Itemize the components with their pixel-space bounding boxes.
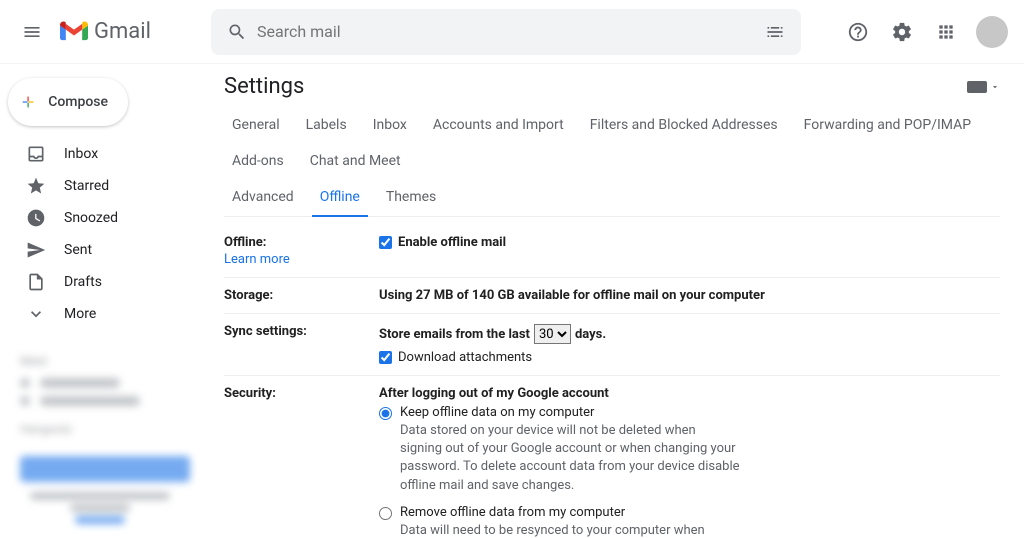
header: Gmail bbox=[0, 0, 1024, 64]
send-icon bbox=[26, 240, 46, 260]
setting-row-sync: Sync settings: Store emails from the las… bbox=[224, 314, 1000, 376]
remove-data-desc: Data will need to be resynced to your co… bbox=[400, 522, 740, 538]
sidebar-item-label: Sent bbox=[64, 242, 92, 258]
settings-icon[interactable] bbox=[882, 12, 922, 52]
account-avatar[interactable] bbox=[976, 16, 1008, 48]
remove-data-radio[interactable] bbox=[379, 507, 392, 520]
gmail-logo-text: Gmail bbox=[94, 19, 151, 44]
sync-days-select[interactable]: 30 bbox=[534, 324, 571, 344]
storage-text: Using 27 MB of 140 GB available for offl… bbox=[379, 288, 765, 303]
file-icon bbox=[26, 272, 46, 292]
gmail-logo[interactable]: Gmail bbox=[56, 19, 211, 44]
tab-inbox[interactable]: Inbox bbox=[365, 107, 415, 143]
keep-data-desc: Data stored on your device will not be d… bbox=[400, 422, 740, 495]
search-input[interactable] bbox=[257, 22, 755, 41]
sidebar-item-label: Snoozed bbox=[64, 210, 118, 226]
tab-offline[interactable]: Offline bbox=[312, 179, 368, 217]
tab-themes[interactable]: Themes bbox=[378, 179, 444, 216]
setting-row-storage: Storage: Using 27 MB of 140 GB available… bbox=[224, 278, 1000, 314]
search-icon[interactable] bbox=[217, 12, 257, 52]
remove-data-title: Remove offline data from my computer bbox=[400, 505, 625, 520]
search-bar bbox=[211, 9, 801, 55]
compose-button[interactable]: Compose bbox=[8, 78, 128, 126]
inbox-icon bbox=[26, 144, 46, 164]
tab-add-ons[interactable]: Add-ons bbox=[224, 143, 292, 179]
sidebar-item-sent[interactable]: Sent bbox=[0, 234, 208, 266]
plus-icon bbox=[20, 90, 36, 114]
input-tools-selector[interactable] bbox=[967, 81, 1000, 93]
support-icon[interactable] bbox=[838, 12, 878, 52]
download-attachments-label: Download attachments bbox=[398, 350, 532, 365]
page-title: Settings bbox=[224, 74, 304, 99]
sync-prefix: Store emails from the last bbox=[379, 327, 530, 342]
sidebar-item-label: Inbox bbox=[64, 146, 98, 162]
offline-label: Offline: bbox=[224, 235, 266, 250]
keep-data-title: Keep offline data on my computer bbox=[400, 405, 594, 420]
tab-labels[interactable]: Labels bbox=[298, 107, 355, 143]
setting-row-offline: Offline: Learn more Enable offline mail bbox=[224, 225, 1000, 278]
keep-data-radio[interactable] bbox=[379, 407, 392, 420]
security-heading: After logging out of my Google account bbox=[379, 386, 609, 401]
apps-icon[interactable] bbox=[926, 12, 966, 52]
star-icon bbox=[26, 176, 46, 196]
settings-tabs: General Labels Inbox Accounts and Import Fil… bbox=[224, 101, 1000, 217]
sidebar-hangouts-section: Meet Hangouts bbox=[0, 354, 208, 524]
tab-general[interactable]: General bbox=[224, 107, 288, 143]
sidebar-item-starred[interactable]: Starred bbox=[0, 170, 208, 202]
sidebar-item-label: More bbox=[64, 306, 96, 322]
main-menu-button[interactable] bbox=[8, 8, 56, 56]
learn-more-link[interactable]: Learn more bbox=[224, 252, 379, 267]
sidebar-item-label: Starred bbox=[64, 178, 109, 194]
download-attachments-checkbox[interactable] bbox=[379, 351, 392, 364]
sidebar-item-drafts[interactable]: Drafts bbox=[0, 266, 208, 298]
expand-icon bbox=[26, 304, 46, 324]
sync-label: Sync settings: bbox=[224, 324, 379, 365]
tab-accounts-and-import[interactable]: Accounts and Import bbox=[425, 107, 572, 143]
header-right bbox=[838, 12, 1016, 52]
enable-offline-checkbox[interactable] bbox=[379, 236, 392, 249]
compose-label: Compose bbox=[48, 94, 108, 110]
sidebar-item-more[interactable]: More bbox=[0, 298, 208, 330]
sync-suffix: days. bbox=[575, 327, 606, 342]
tab-filters-and-blocked-addresses[interactable]: Filters and Blocked Addresses bbox=[582, 107, 786, 143]
sidebar-item-inbox[interactable]: Inbox bbox=[0, 138, 208, 170]
sidebar-item-snoozed[interactable]: Snoozed bbox=[0, 202, 208, 234]
tab-chat-and-meet[interactable]: Chat and Meet bbox=[302, 143, 409, 179]
clock-icon bbox=[26, 208, 46, 228]
gmail-icon bbox=[60, 21, 88, 43]
setting-row-security: Security: After logging out of my Google… bbox=[224, 376, 1000, 538]
security-label: Security: bbox=[224, 386, 379, 538]
tab-forwarding-and-pop-imap[interactable]: Forwarding and POP/IMAP bbox=[796, 107, 979, 143]
tab-advanced[interactable]: Advanced bbox=[224, 179, 302, 216]
sidebar-item-label: Drafts bbox=[64, 274, 102, 290]
storage-label: Storage: bbox=[224, 288, 379, 303]
search-options-icon[interactable] bbox=[755, 12, 795, 52]
sidebar: Compose Inbox Starred Snoozed Sent Drafts Mor… bbox=[0, 64, 208, 538]
main-content: Settings General Labels Inbox Accounts and … bbox=[208, 64, 1024, 538]
enable-offline-label: Enable offline mail bbox=[398, 235, 506, 250]
